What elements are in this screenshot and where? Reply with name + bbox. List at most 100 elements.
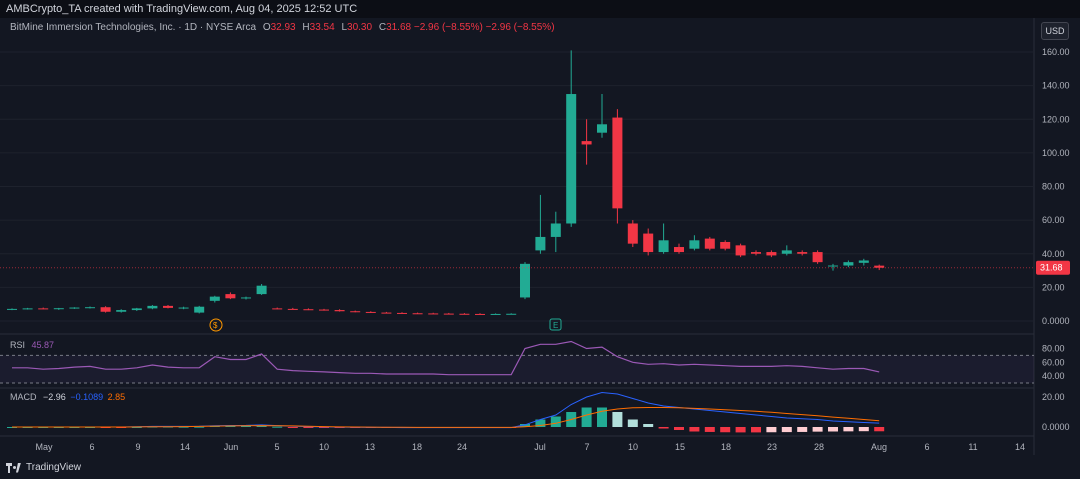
candle-body	[658, 240, 669, 253]
macd-hist-bar	[674, 427, 684, 430]
candle-body	[412, 313, 423, 315]
macd-hist-bar	[612, 412, 623, 427]
candle-body	[22, 308, 33, 310]
price-axis-label: 0.0000	[1042, 316, 1070, 326]
price-axis-label: 80.00	[1042, 182, 1065, 192]
macd-hist-bar	[858, 427, 869, 432]
macd-hist-bar	[704, 427, 715, 432]
candle-body	[674, 247, 684, 253]
candle-body	[550, 223, 561, 237]
candle-body	[131, 308, 142, 311]
candle-body	[843, 262, 854, 266]
rsi-value: 45.87	[31, 340, 55, 350]
candle-body	[475, 313, 485, 315]
time-axis-label: 11	[968, 442, 977, 452]
candle-body	[100, 307, 111, 312]
macd-axis-label: 20.00	[1042, 392, 1065, 402]
macd-hist-bar	[751, 427, 761, 433]
chart-canvas[interactable]: 160.00 140.00 120.00 100.00 80.00 60.00 40.00 2…	[0, 0, 1080, 479]
candle-body	[797, 252, 808, 254]
candle-body	[459, 313, 470, 315]
candle-body	[581, 141, 592, 145]
time-axis-label: 18	[721, 442, 731, 452]
candle-body	[520, 263, 530, 298]
candle-body	[116, 310, 127, 312]
candle-body	[506, 313, 517, 315]
candle-body	[334, 310, 345, 312]
time-axis-label: 10	[628, 442, 638, 452]
time-axis-label: 7	[584, 442, 589, 452]
candle-body	[535, 236, 546, 251]
candle-body	[858, 260, 869, 263]
macd-hist-bar	[581, 407, 592, 427]
macd-signal-line	[12, 407, 880, 428]
time-axis-label: 24	[457, 442, 467, 452]
time-axis-label: 13	[365, 442, 375, 452]
time-axis-label: 28	[814, 442, 824, 452]
macd-hist-bar	[766, 427, 777, 433]
candle-body	[38, 308, 49, 310]
macd-hist-bar	[828, 427, 838, 432]
candle-body	[597, 124, 607, 133]
time-axis-label: Jul	[534, 442, 546, 452]
price-axis-label: 100.00	[1042, 148, 1070, 158]
macd-hist-bar	[643, 424, 654, 427]
time-axis-label: 18	[412, 442, 422, 452]
candle-body	[643, 233, 654, 253]
earnings-marker: E	[553, 321, 558, 330]
candle-body	[350, 311, 361, 313]
rsi-legend: RSI 45.87	[10, 340, 54, 350]
price-axis-label: 20.00	[1042, 282, 1065, 292]
brand-name: TradingView	[26, 462, 82, 473]
price-tag: 31.68	[1040, 263, 1063, 273]
candle-body	[812, 252, 823, 263]
macd-hist-bar	[627, 419, 638, 427]
tradingview-logo-icon	[6, 462, 22, 473]
macd-hist-bar	[812, 427, 823, 432]
price-axis-label: 60.00	[1042, 215, 1065, 225]
rsi-band	[0, 355, 1034, 383]
rsi-axis-label: 40.00	[1042, 371, 1065, 381]
candle-body	[828, 265, 838, 267]
candle-body	[53, 308, 64, 310]
time-axis-label: 14	[180, 442, 190, 452]
price-axis-label: 160.00	[1042, 47, 1070, 57]
time-axis-label: 6	[924, 442, 929, 452]
candle-body	[303, 309, 314, 311]
candle-body	[781, 250, 792, 254]
rsi-axis-label: 60.00	[1042, 357, 1065, 367]
candle-body	[443, 313, 454, 315]
macd-hist-bar	[658, 427, 669, 429]
candle-body	[256, 285, 267, 295]
candle-body	[381, 312, 392, 314]
macd-signal-value: 2.85	[107, 392, 126, 402]
dividend-marker: $	[213, 321, 218, 330]
macd-hist-bar	[735, 427, 746, 433]
candle-body	[751, 252, 761, 254]
candle-body	[178, 307, 189, 309]
price-axis-label: 120.00	[1042, 114, 1070, 124]
macd-hist-bar	[874, 427, 885, 432]
candle-body	[612, 117, 623, 209]
macd-line	[12, 391, 880, 429]
candle-body	[7, 308, 17, 310]
candle-body	[365, 311, 376, 313]
macd-hist-bar	[550, 416, 561, 427]
candle-body	[704, 238, 715, 249]
candle-body	[627, 223, 638, 244]
time-axis-label: 23	[767, 442, 777, 452]
time-axis-label: 6	[89, 442, 94, 452]
macd-axis-label: 0.0000	[1042, 422, 1070, 432]
macd-label: MACD	[10, 392, 37, 402]
candle-body	[735, 245, 746, 256]
macd-legend: MACD −2.96 −0.1089 2.85	[10, 392, 125, 402]
time-axis-label: May	[35, 442, 53, 452]
tradingview-logo[interactable]: TradingView	[6, 462, 81, 473]
candle-body	[397, 312, 407, 314]
candle-body	[209, 296, 220, 301]
candle-body	[225, 294, 236, 299]
candle-body	[428, 313, 439, 315]
candle-body	[194, 306, 205, 313]
time-axis-label: 10	[319, 442, 329, 452]
candle-body	[147, 305, 158, 309]
